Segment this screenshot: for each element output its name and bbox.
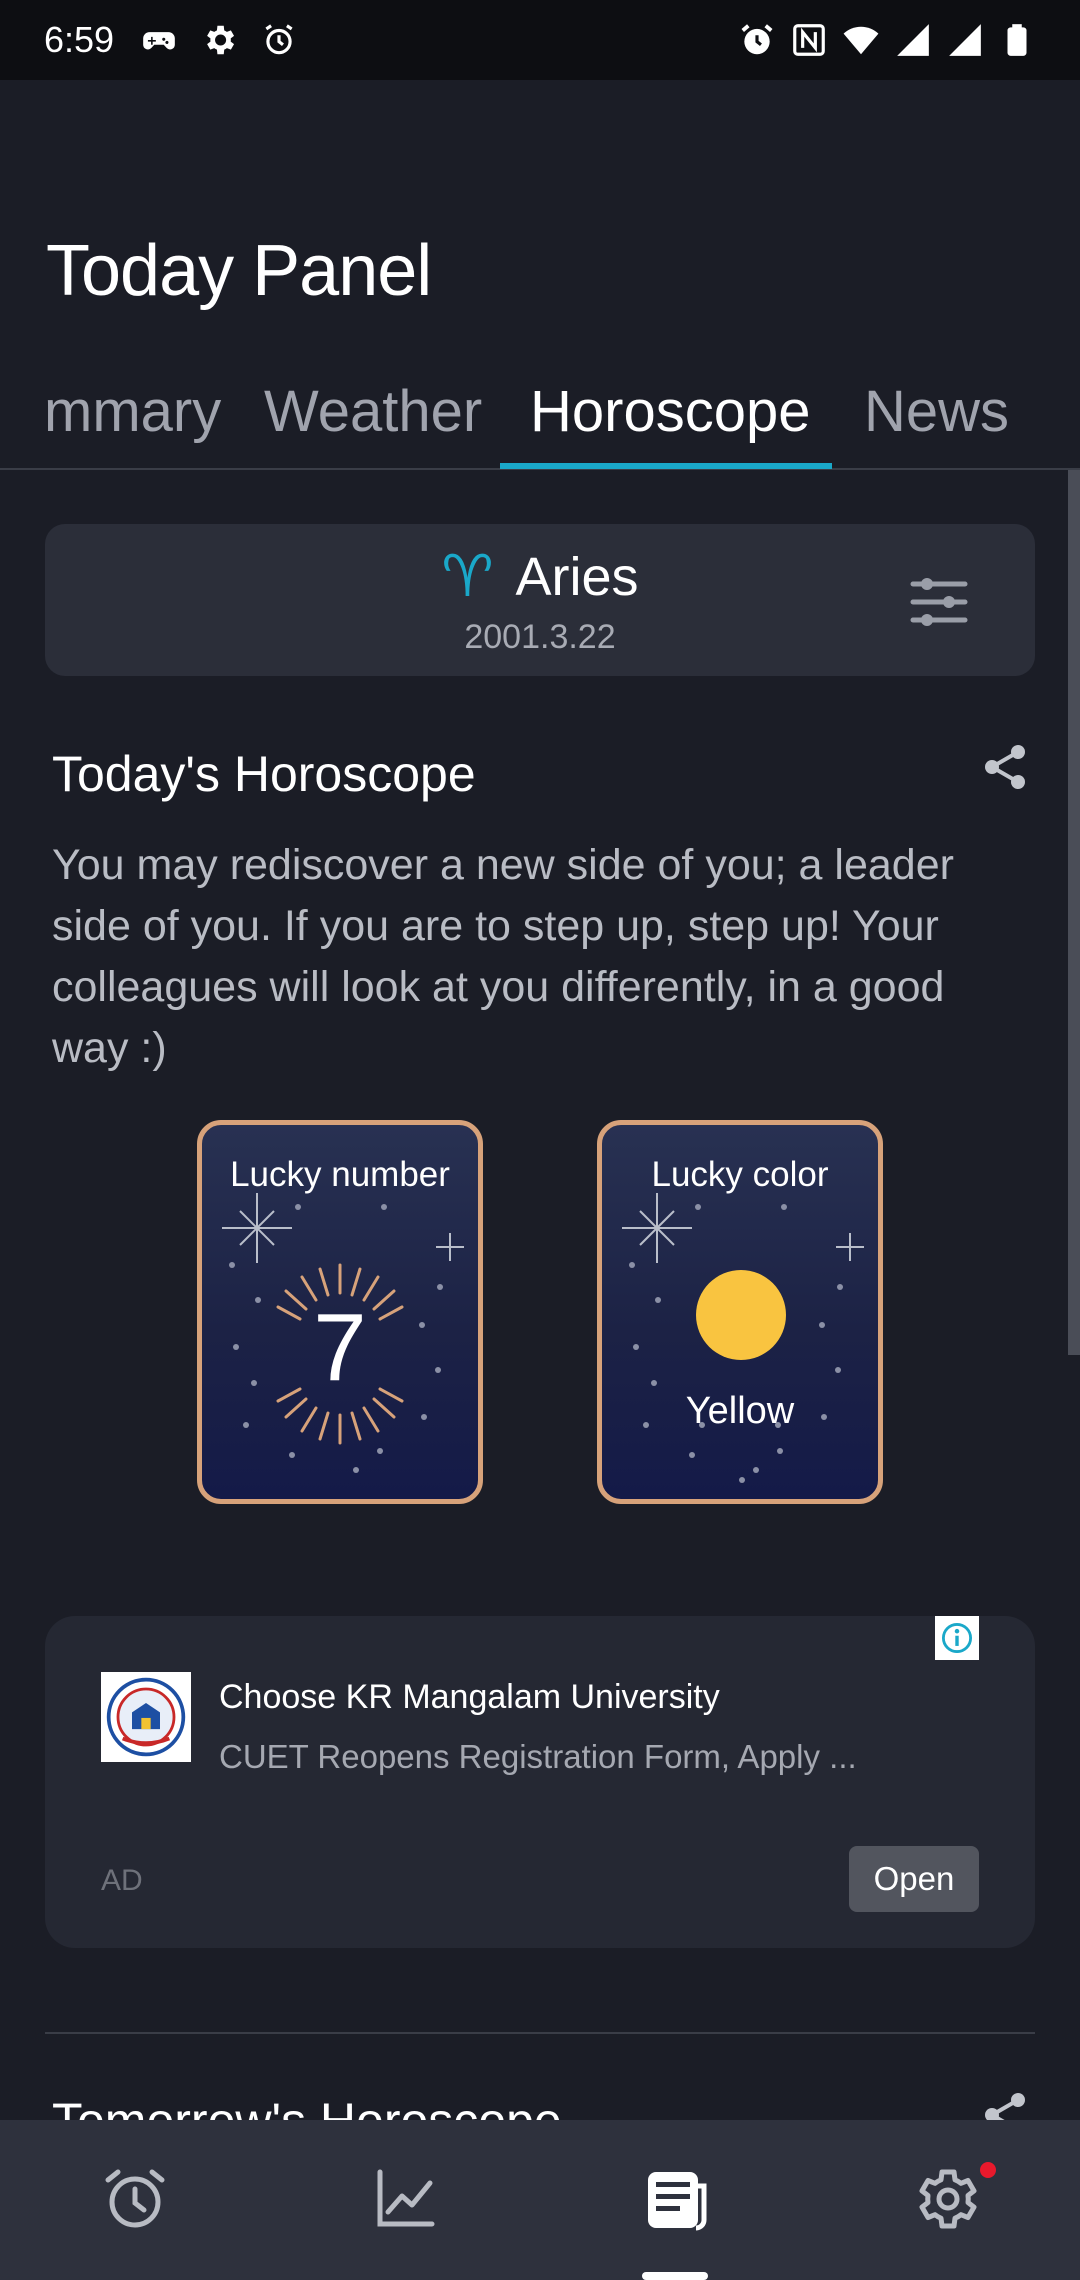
- alarm-outline-icon: [260, 21, 298, 59]
- ad-card[interactable]: Choose KR Mangalam University CUET Reope…: [45, 1616, 1035, 1948]
- status-bar: 6:59: [0, 0, 1080, 80]
- tab-active-indicator: [500, 463, 832, 469]
- tab-horoscope[interactable]: Horoscope: [530, 355, 810, 468]
- ad-open-button[interactable]: Open: [849, 1846, 979, 1912]
- gear-icon: [200, 21, 238, 59]
- birth-date: 2001.3.22: [464, 618, 616, 656]
- sign-name: Aries: [515, 547, 639, 607]
- alarm-icon: [738, 21, 776, 59]
- info-icon[interactable]: [935, 1616, 979, 1660]
- section-divider: [45, 2032, 1035, 2034]
- lucky-color-value: Yellow: [685, 1390, 795, 1432]
- lucky-number-card[interactable]: Lucky number 7: [197, 1120, 483, 1504]
- lucky-color-card[interactable]: Lucky color Yellow: [597, 1120, 883, 1504]
- lucky-number-label: Lucky number: [230, 1155, 450, 1194]
- share-icon[interactable]: [980, 742, 1030, 792]
- tab-bar: mmary Weather Horoscope News: [0, 355, 1080, 470]
- signal-icon: [946, 21, 984, 59]
- tab-summary[interactable]: mmary: [44, 355, 221, 468]
- aries-icon: ♈: [441, 544, 494, 609]
- game-controller-icon: [140, 21, 178, 59]
- notification-badge: [980, 2162, 996, 2178]
- sign-card[interactable]: ♈ Aries 2001.3.22: [45, 524, 1035, 676]
- horoscope-text: You may rediscover a new side of you; a …: [52, 841, 954, 1072]
- status-time: 6:59: [44, 19, 115, 60]
- article-icon[interactable]: [640, 2164, 710, 2234]
- tab-news[interactable]: News: [864, 355, 1009, 468]
- active-tab-indicator: [642, 2272, 708, 2280]
- battery-icon: [998, 21, 1036, 59]
- share-icon[interactable]: [980, 2090, 1030, 2120]
- nfc-icon: [790, 21, 828, 59]
- chart-line-icon[interactable]: [370, 2164, 440, 2234]
- settings-icon[interactable]: [910, 2164, 980, 2234]
- wifi-icon: [842, 21, 880, 59]
- tomorrow-section-title: Tomorrow's Horoscope: [52, 2092, 562, 2120]
- color-swatch: [696, 1270, 786, 1360]
- lucky-number-value: 7: [313, 1294, 367, 1401]
- alarm-clock-icon[interactable]: [100, 2164, 170, 2234]
- signal-icon: [894, 21, 932, 59]
- horoscope-content[interactable]: ♈ Aries 2001.3.22 Today's Horoscope You …: [0, 470, 1080, 2120]
- sliders-icon[interactable]: [909, 572, 969, 632]
- page-title: Today Panel: [46, 231, 432, 311]
- tab-weather[interactable]: Weather: [264, 355, 482, 468]
- university-logo[interactable]: [101, 1672, 191, 1762]
- ad-label: AD: [101, 1864, 143, 1897]
- ad-description[interactable]: CUET Reopens Registration Form, Apply ..…: [219, 1738, 857, 1776]
- ad-title[interactable]: Choose KR Mangalam University: [219, 1678, 720, 1717]
- lucky-color-label: Lucky color: [651, 1155, 829, 1194]
- bottom-nav: [0, 2120, 1080, 2280]
- section-title: Today's Horoscope: [52, 746, 476, 802]
